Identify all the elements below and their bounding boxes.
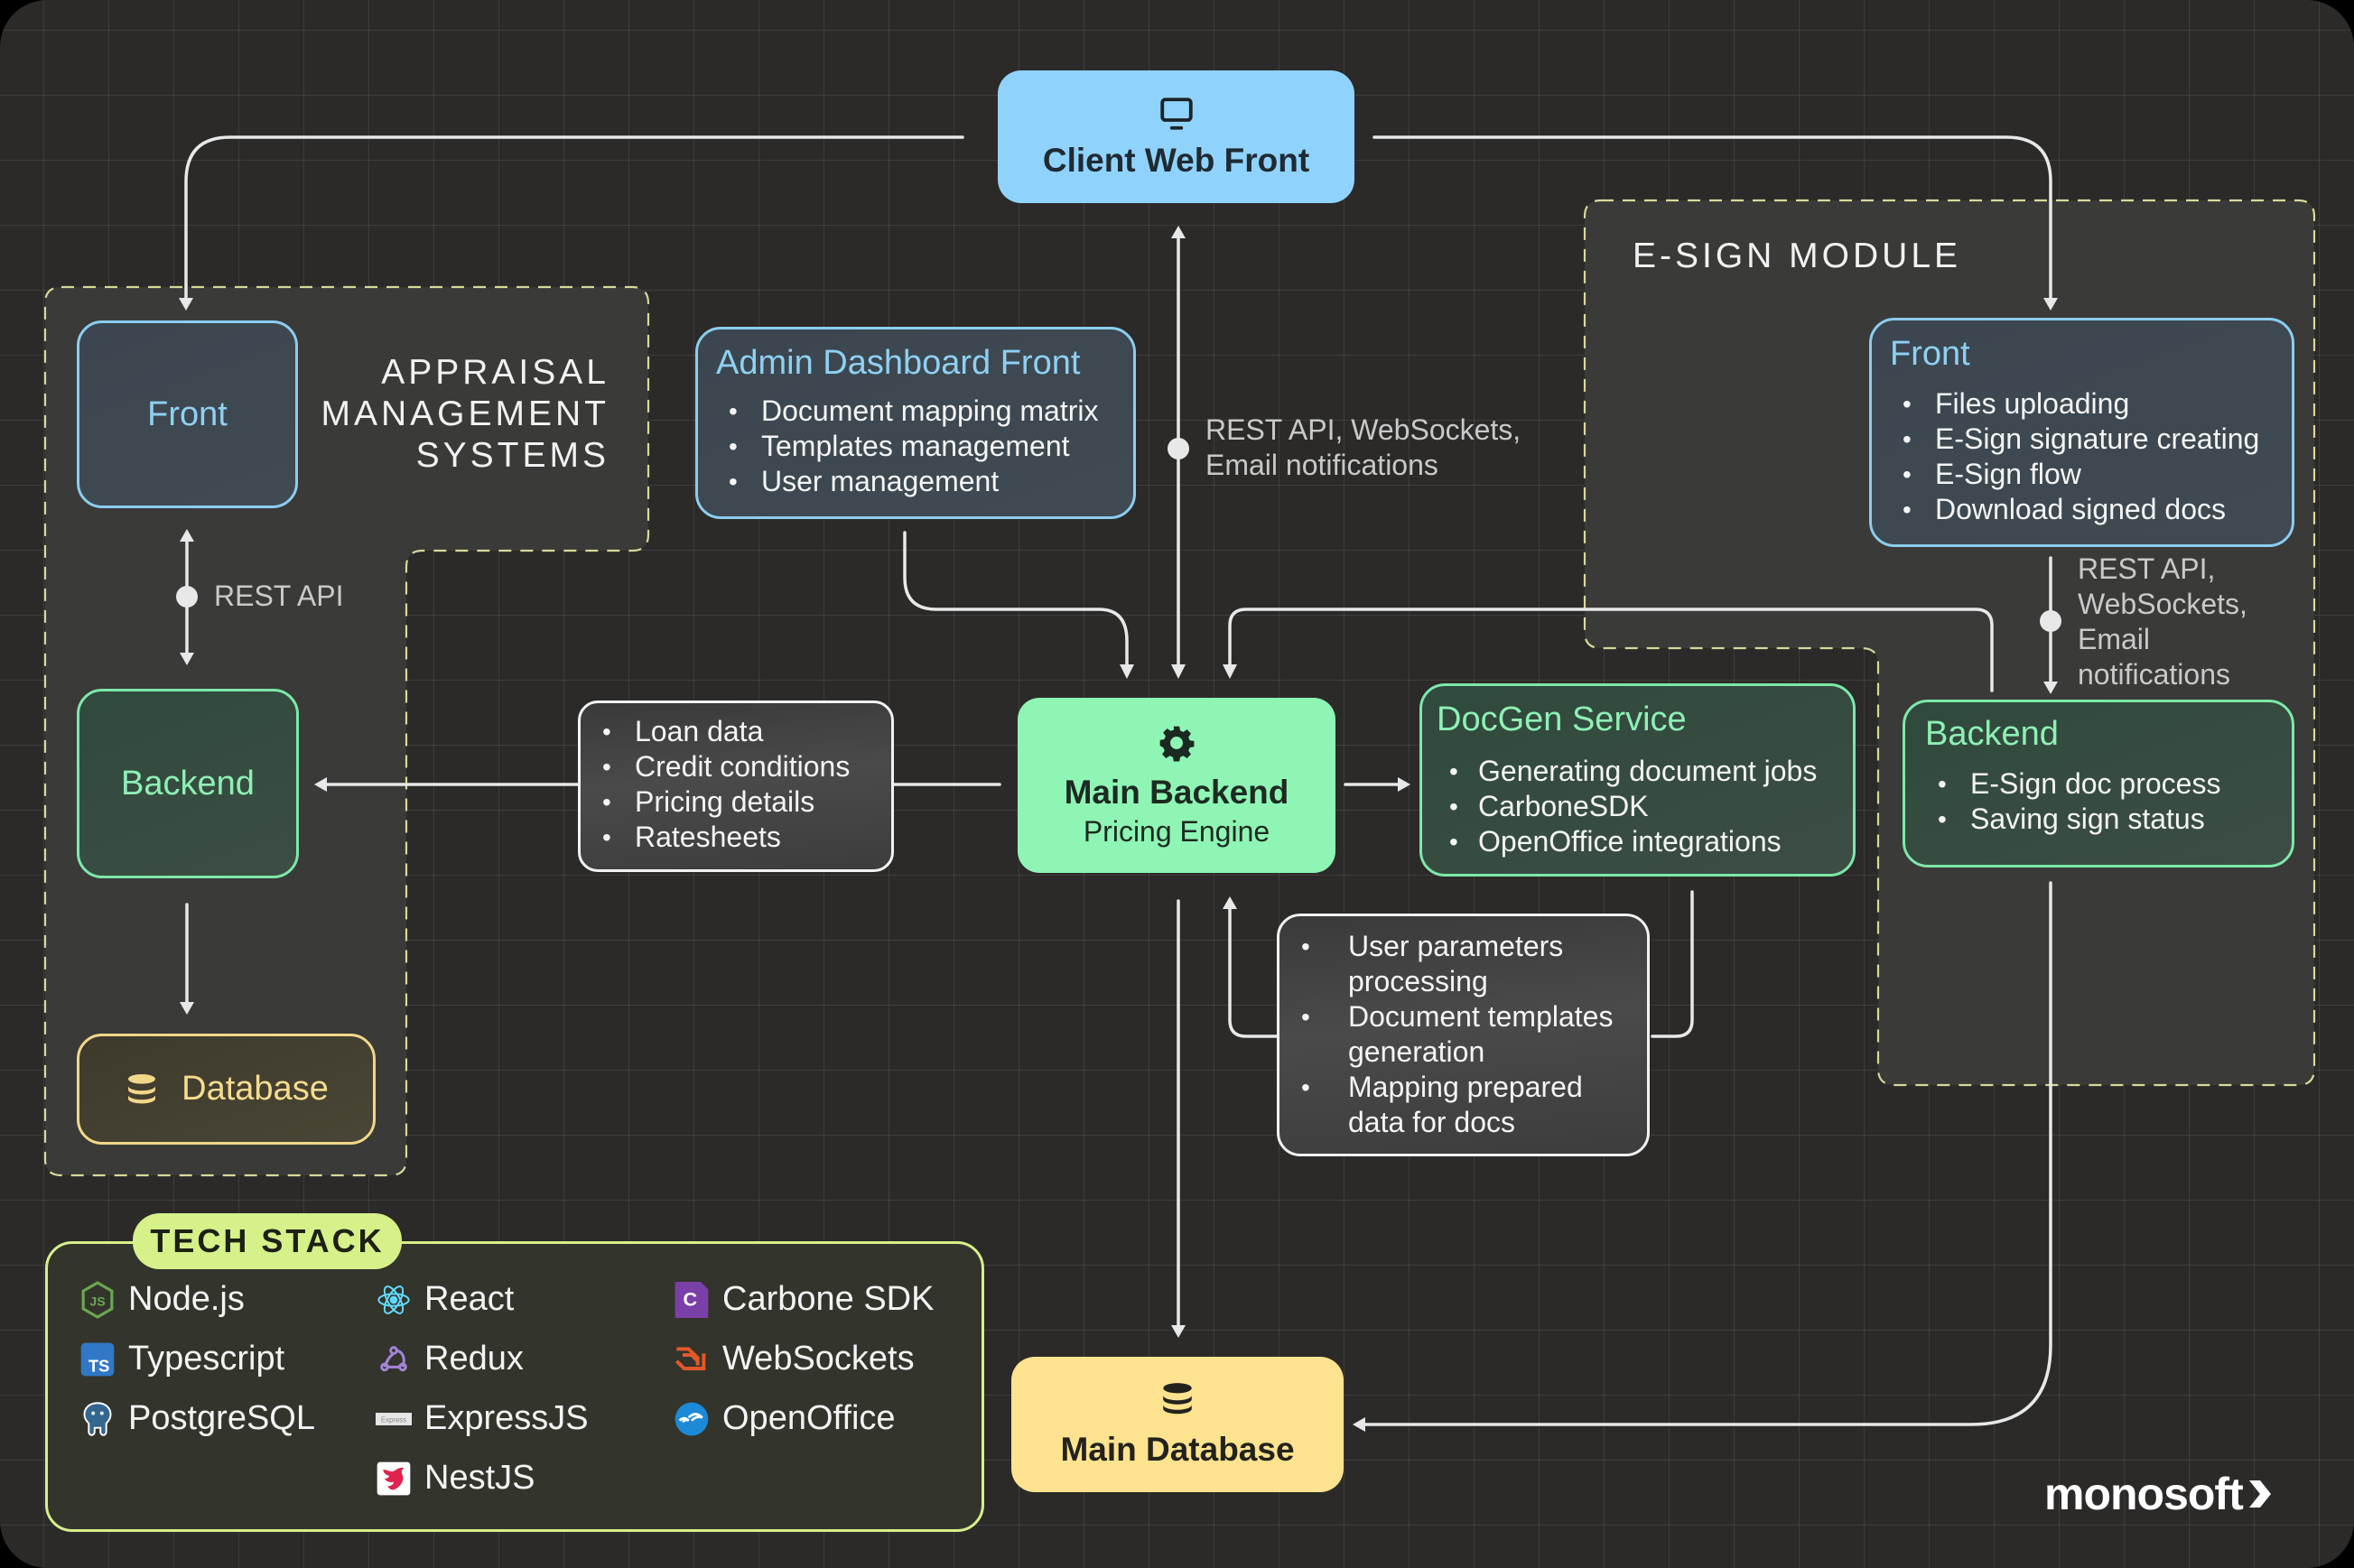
connector-admin-to-main-backend xyxy=(903,531,1129,668)
arrowhead xyxy=(1171,226,1186,238)
connector-dot xyxy=(176,586,198,608)
tech-item-redux: Redux xyxy=(376,1340,524,1378)
main-backend-title: Main Backend xyxy=(1064,773,1289,811)
main-database-title: Main Database xyxy=(1060,1431,1295,1468)
ams-front-label: Front xyxy=(147,394,228,433)
svg-text:JS: JS xyxy=(89,1294,105,1309)
tech-item-postgresql: PostgreSQL xyxy=(79,1399,315,1438)
gear-icon xyxy=(1159,726,1195,762)
esign-group-title: E-SIGN MODULE xyxy=(1633,237,1962,275)
arrowhead xyxy=(1398,777,1410,792)
data-payload-box: Loan data Credit conditions Pricing deta… xyxy=(578,700,894,872)
tech-item-openoffice: OpenOffice xyxy=(674,1399,896,1438)
list-item: Pricing details xyxy=(590,784,882,820)
list-item: Mapping prepared data for docs xyxy=(1289,1070,1638,1140)
arrowhead xyxy=(1223,664,1237,679)
list-item: Document mapping matrix xyxy=(716,394,1115,429)
list-item: Document templates generation xyxy=(1289,999,1638,1070)
websockets-icon xyxy=(674,1341,710,1378)
list-item: OpenOffice integrations xyxy=(1437,824,1838,859)
typescript-icon: TS xyxy=(79,1341,116,1378)
list-item: Credit conditions xyxy=(590,749,882,784)
list-item: Files uploading xyxy=(1890,386,2274,422)
connector-client-to-ams-front xyxy=(184,135,964,300)
postgresql-icon xyxy=(79,1401,116,1437)
tech-item-carbone: C Carbone SDK xyxy=(674,1280,934,1319)
arrowhead xyxy=(1120,664,1134,679)
esign-front-title: Front xyxy=(1890,335,1970,373)
list-item: Loan data xyxy=(590,714,882,749)
main-backend-node[interactable]: Main Backend Pricing Engine xyxy=(1018,698,1335,873)
database-icon xyxy=(1163,1383,1192,1415)
list-item: E-Sign flow xyxy=(1890,457,2274,492)
svg-text:C: C xyxy=(684,1287,698,1310)
list-item: E-Sign doc process xyxy=(1925,766,2272,802)
main-database-node[interactable]: Main Database xyxy=(1011,1357,1344,1492)
admin-dashboard-list: Document mapping matrix Templates manage… xyxy=(716,394,1115,499)
list-item: User management xyxy=(716,464,1115,499)
esign-connection-label: REST API, WebSockets, Email notification… xyxy=(2078,552,2247,691)
monitor-icon xyxy=(1159,97,1193,130)
arrowhead xyxy=(1171,1325,1186,1338)
svg-text:Express: Express xyxy=(381,1415,406,1424)
admin-dashboard-title: Admin Dashboard Front xyxy=(716,344,1081,382)
admin-dashboard-node[interactable]: Admin Dashboard Front Document mapping m… xyxy=(695,327,1136,519)
ams-backend-label: Backend xyxy=(121,764,255,803)
appraisal-group-title: APPRAISAL MANAGEMENT SYSTEMS xyxy=(321,353,609,475)
list-item: Templates management xyxy=(716,429,1115,464)
list-item: Download signed docs xyxy=(1890,492,2274,527)
connector-dot xyxy=(2040,610,2061,632)
tech-item-nestjs: NestJS xyxy=(376,1459,535,1498)
carbone-icon: C xyxy=(674,1281,710,1318)
esign-backend-title: Backend xyxy=(1925,715,2059,753)
tech-item-react: React xyxy=(376,1280,514,1319)
nestjs-icon xyxy=(376,1461,412,1497)
tech-item-expressjs: Express ExpressJS xyxy=(376,1399,589,1438)
redux-icon xyxy=(376,1341,412,1378)
ams-rest-api-label: REST API xyxy=(214,580,344,612)
connector-dot xyxy=(1168,438,1189,459)
tech-item-typescript: TS Typescript xyxy=(79,1340,284,1378)
esign-backend-node[interactable]: Backend E-Sign doc process Saving sign s… xyxy=(1903,700,2294,868)
ams-database-label: Database xyxy=(181,1070,329,1108)
nodejs-icon: JS xyxy=(79,1280,116,1319)
list-item: Ratesheets xyxy=(590,820,882,855)
docgen-service-node[interactable]: DocGen Service Generating document jobs … xyxy=(1419,683,1856,877)
diagram-canvas: Client Web Front APPRAISAL MANAGEMENT SY… xyxy=(0,0,2354,1568)
client-web-front-title: Client Web Front xyxy=(1042,141,1310,179)
arrowhead xyxy=(1171,664,1186,679)
react-icon xyxy=(376,1282,412,1318)
list-item: CarboneSDK xyxy=(1437,789,1838,824)
tech-item-nodejs: JS Node.js xyxy=(79,1280,245,1319)
openoffice-icon xyxy=(674,1401,710,1437)
tech-item-websockets: WebSockets xyxy=(674,1340,915,1378)
ams-database-node[interactable]: Database xyxy=(77,1034,376,1145)
ams-backend-node[interactable]: Backend xyxy=(77,689,299,878)
esign-front-node[interactable]: Front Files uploading E-Sign signature c… xyxy=(1869,318,2294,547)
client-connection-label: REST API, WebSockets, Email notification… xyxy=(1205,413,1521,481)
arrowhead xyxy=(1353,1417,1365,1432)
list-item: User parameters processing xyxy=(1289,929,1638,999)
ams-front-node[interactable]: Front xyxy=(77,320,298,508)
list-item: Saving sign status xyxy=(1925,802,2272,837)
database-icon xyxy=(128,1073,156,1103)
main-backend-subtitle: Pricing Engine xyxy=(1083,814,1270,848)
client-web-front-node[interactable]: Client Web Front xyxy=(998,70,1354,203)
list-item: Generating document jobs xyxy=(1437,754,1838,789)
chevron-right-icon xyxy=(2248,1480,2271,1508)
arrowhead xyxy=(1223,896,1237,909)
docgen-params-box: User parameters processing Document temp… xyxy=(1277,914,1650,1156)
expressjs-icon: Express xyxy=(376,1401,412,1437)
tech-stack-badge: TECH STACK xyxy=(133,1213,402,1269)
monosoft-logo: monosoft xyxy=(2044,1468,2274,1520)
docgen-title: DocGen Service xyxy=(1437,700,1687,738)
list-item: E-Sign signature creating xyxy=(1890,422,2274,457)
svg-text:TS: TS xyxy=(88,1356,109,1375)
